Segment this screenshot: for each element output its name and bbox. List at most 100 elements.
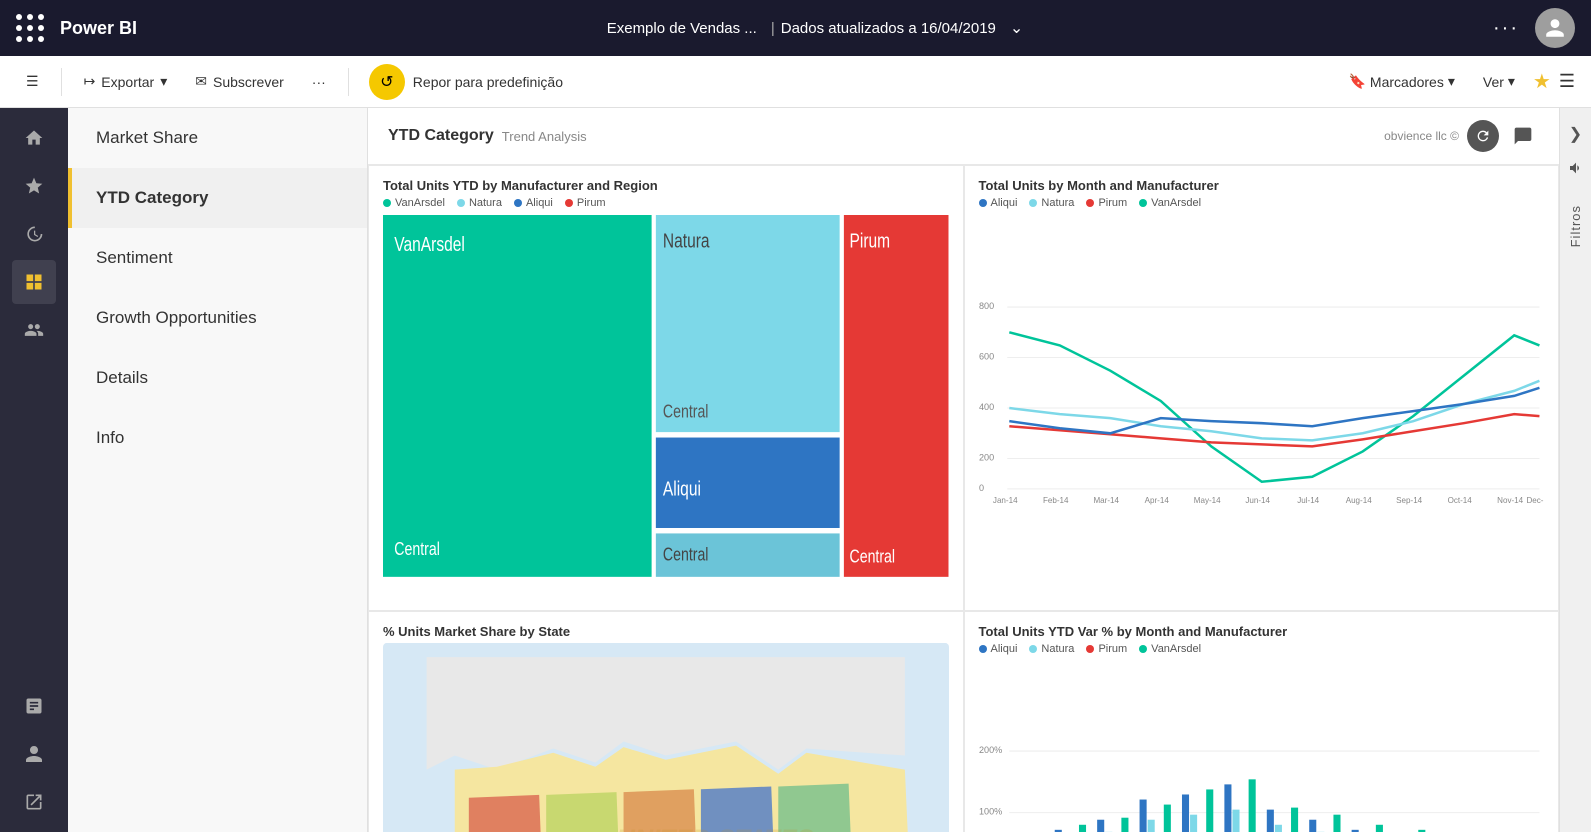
export-button[interactable]: ↦ Exportar ▾	[74, 67, 178, 96]
svg-text:Oct-14: Oct-14	[1447, 496, 1472, 505]
svg-text:600: 600	[979, 352, 994, 362]
svg-text:Central: Central	[850, 547, 896, 567]
sidebar-item-ytd-category[interactable]: YTD Category	[68, 168, 367, 228]
reset-label[interactable]: Repor para predefinição	[413, 74, 563, 90]
report-refresh-button[interactable]	[1467, 120, 1499, 152]
svg-text:0: 0	[979, 483, 984, 493]
nav-shared-icon[interactable]	[12, 308, 56, 352]
sidebar-item-details[interactable]: Details	[68, 348, 367, 408]
sidebar-item-label: Market Share	[96, 128, 198, 148]
report-name-header: Exemplo de Vendas ... | Dados atualizado…	[161, 18, 1477, 38]
map-svg: UNITED STATES MEXICO Gulf of Mexico Sarg…	[383, 643, 949, 832]
svg-text:Apr-14: Apr-14	[1144, 496, 1169, 505]
report-header-right: obvience llc ©	[1384, 120, 1539, 152]
svg-text:Central: Central	[663, 545, 709, 565]
svg-text:VanArsdel: VanArsdel	[394, 233, 465, 255]
map-panel: % Units Market Share by State	[368, 611, 964, 832]
legend-vanarsdel-bar: VanArsdel	[1139, 643, 1201, 655]
legend-natura: Natura	[457, 197, 502, 209]
legend-vanarsdel: VanArsdel	[383, 197, 445, 209]
svg-text:800: 800	[979, 301, 994, 311]
svg-text:Nov-14: Nov-14	[1497, 496, 1524, 505]
speaker-icon[interactable]	[1560, 152, 1591, 189]
legend-aliqui-line: Aliqui	[979, 197, 1018, 209]
filtros-label: Filtros	[1568, 205, 1583, 247]
sidebar-item-label: Info	[96, 428, 124, 448]
divider-1	[61, 68, 62, 96]
svg-text:Feb-14: Feb-14	[1042, 496, 1068, 505]
bookmarks-button[interactable]: 🔖 Marcadores ▾	[1338, 67, 1464, 96]
line-chart-visual[interactable]: 800 600 400 200 0	[979, 215, 1545, 577]
sidebar-item-sentiment[interactable]: Sentiment	[68, 228, 367, 288]
svg-text:Aliqui: Aliqui	[663, 478, 701, 500]
collapse-panel-button[interactable]: ❯	[1561, 116, 1590, 152]
map-title: % Units Market Share by State	[383, 624, 949, 639]
sidebar: Market Share YTD Category Sentiment Grow…	[68, 108, 368, 832]
user-avatar[interactable]	[1535, 8, 1575, 48]
legend-pirum-line: Pirum	[1086, 197, 1127, 209]
nav-user-icon[interactable]	[12, 732, 56, 776]
more-options-button[interactable]: ···	[1493, 17, 1519, 40]
chevron-down-icon[interactable]: ⌄	[1010, 18, 1023, 38]
svg-text:Dec-14: Dec-14	[1526, 496, 1544, 505]
treemap-panel: Total Units YTD by Manufacturer and Regi…	[368, 165, 964, 611]
svg-text:Central: Central	[394, 540, 440, 560]
treemap-visual[interactable]: VanArsdel Central Natura Central Aliqui …	[383, 215, 949, 577]
svg-text:Natura: Natura	[663, 230, 710, 252]
svg-text:400: 400	[979, 402, 994, 412]
report-page-subtitle: Trend Analysis	[502, 129, 587, 144]
bar-chart-visual[interactable]: 200% 100% 0% -100%	[979, 661, 1545, 832]
map-visual[interactable]: UNITED STATES MEXICO Gulf of Mexico Sarg…	[383, 643, 949, 832]
line-chart-legend: Aliqui Natura Pirum VanArsdel	[979, 197, 1545, 209]
list-view-button[interactable]: ☰	[1559, 71, 1575, 92]
sidebar-item-market-share[interactable]: Market Share	[68, 108, 367, 168]
svg-text:100%: 100%	[979, 807, 1002, 817]
svg-text:Central: Central	[663, 402, 709, 422]
nav-home-icon[interactable]	[12, 116, 56, 160]
hamburger-menu-button[interactable]: ☰	[16, 67, 49, 96]
chevron-view-icon: ▾	[1508, 73, 1515, 90]
sidebar-item-growth-opportunities[interactable]: Growth Opportunities	[68, 288, 367, 348]
legend-aliqui: Aliqui	[514, 197, 553, 209]
treemap-legend: VanArsdel Natura Aliqui Pirum	[383, 197, 949, 209]
nav-favorites-icon[interactable]	[12, 164, 56, 208]
bookmark-icon: 🔖	[1348, 73, 1365, 90]
svg-text:UNITED STATES: UNITED STATES	[617, 825, 814, 832]
charts-grid: Total Units YTD by Manufacturer and Regi…	[368, 165, 1559, 832]
nav-recent-icon[interactable]	[12, 212, 56, 256]
view-button[interactable]: Ver ▾	[1473, 67, 1525, 96]
legend-natura-line: Natura	[1029, 197, 1074, 209]
bar-chart-panel: Total Units YTD Var % by Month and Manuf…	[964, 611, 1560, 832]
svg-text:Sep-14: Sep-14	[1396, 496, 1423, 505]
divider-2	[348, 68, 349, 96]
nav-reports-icon[interactable]	[12, 684, 56, 728]
export-icon: ↦	[84, 73, 96, 90]
subscribe-button[interactable]: ✉ Subscrever	[185, 67, 294, 96]
svg-text:Jan-14: Jan-14	[992, 496, 1017, 505]
legend-vanarsdel-line: VanArsdel	[1139, 197, 1201, 209]
report-page-title: YTD Category	[388, 127, 494, 145]
svg-text:200%: 200%	[979, 745, 1002, 755]
left-nav	[0, 108, 68, 832]
sidebar-item-label: Growth Opportunities	[96, 308, 257, 328]
bar-chart-legend: Aliqui Natura Pirum VanArsdel	[979, 643, 1545, 655]
chevron-bookmarks-icon: ▾	[1448, 73, 1455, 90]
reset-button[interactable]: ↺	[369, 64, 405, 100]
svg-text:May-14: May-14	[1193, 496, 1220, 505]
sidebar-item-label: Details	[96, 368, 148, 388]
svg-text:Pirum: Pirum	[850, 230, 891, 252]
favorite-star-button[interactable]: ★	[1533, 69, 1551, 94]
main-layout: Market Share YTD Category Sentiment Grow…	[0, 108, 1591, 832]
data-updated-label: Dados atualizados a 16/04/2019	[781, 20, 996, 37]
grid-icon[interactable]	[16, 14, 44, 42]
svg-text:Jun-14: Jun-14	[1245, 496, 1270, 505]
report-header: YTD Category Trend Analysis obvience llc…	[368, 108, 1559, 165]
sidebar-item-info[interactable]: Info	[68, 408, 367, 468]
legend-aliqui-bar: Aliqui	[979, 643, 1018, 655]
brand-label: obvience llc ©	[1384, 129, 1459, 143]
more-toolbar-button[interactable]: ···	[302, 68, 336, 96]
legend-natura-bar: Natura	[1029, 643, 1074, 655]
nav-expand-icon[interactable]	[12, 780, 56, 824]
report-comment-button[interactable]	[1507, 120, 1539, 152]
nav-dashboard-icon[interactable]	[12, 260, 56, 304]
